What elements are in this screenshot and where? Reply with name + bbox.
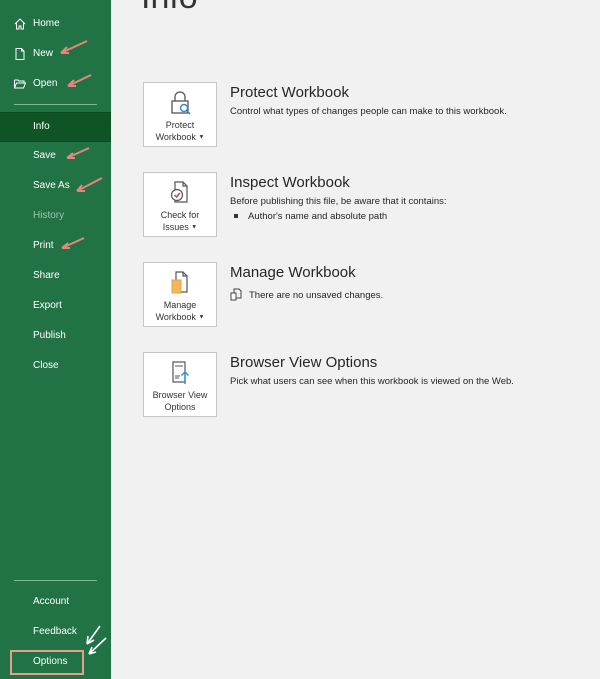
sidebar-item-label: Feedback: [33, 626, 77, 637]
button-label: Manage: [163, 300, 197, 310]
options-highlight-box: [10, 650, 84, 675]
section-title: Inspect Workbook: [230, 174, 350, 191]
sidebar-item-label: Export: [33, 300, 62, 311]
sidebar-divider: [14, 104, 97, 105]
sidebar-item-label: Account: [33, 596, 70, 607]
sidebar-item-label: Save As: [33, 180, 70, 191]
sidebar-item-label: Save: [33, 150, 56, 161]
check-for-issues-button[interactable]: Check for Issues ▼: [143, 172, 217, 237]
sidebar-item-print[interactable]: Print: [0, 232, 111, 260]
button-label: Workbook: [155, 312, 196, 322]
page-title: Info: [141, 0, 198, 17]
sidebar-item-label: History: [33, 210, 65, 221]
dropdown-caret-icon: ▼: [198, 314, 205, 321]
home-icon: [14, 18, 26, 30]
sidebar-item-label: Print: [33, 240, 54, 251]
button-label: Options: [164, 402, 196, 412]
sidebar-item-label: Open: [33, 78, 58, 89]
browser-view-icon: [172, 361, 189, 384]
sidebar-item-share[interactable]: Share: [0, 262, 111, 290]
dropdown-caret-icon: ▼: [191, 224, 198, 231]
manage-workbook-icon: [171, 271, 188, 294]
button-label: Browser View: [152, 390, 208, 400]
section-title: Protect Workbook: [230, 84, 349, 101]
sidebar-item-label: Close: [33, 360, 59, 371]
document-versions-icon: [230, 288, 242, 301]
button-label: Issues: [162, 222, 189, 232]
sidebar-item-label: Publish: [33, 330, 66, 341]
annotation-arrow-icon: [66, 147, 90, 159]
section-title: Browser View Options: [230, 354, 378, 371]
sidebar-item-publish[interactable]: Publish: [0, 322, 111, 350]
manage-workbook-button[interactable]: Manage Workbook ▼: [143, 262, 217, 327]
sidebar-item-save[interactable]: Save: [0, 142, 111, 170]
backstage-sidebar: Home New Open Info Save Save As History …: [0, 0, 111, 679]
button-label: Workbook: [155, 132, 196, 142]
browser-view-options-button[interactable]: Browser View Options: [143, 352, 217, 417]
bullet-icon: [234, 214, 238, 219]
section-description: There are no unsaved changes.: [249, 290, 384, 301]
new-document-icon: [15, 48, 25, 60]
button-label: Check for: [160, 210, 200, 220]
section-title: Manage Workbook: [230, 264, 356, 281]
lock-key-icon: [171, 91, 191, 115]
section-description: Control what types of changes people can…: [230, 106, 507, 117]
annotation-arrow-icon: [88, 637, 107, 655]
sidebar-item-close[interactable]: Close: [0, 352, 111, 380]
section-description: Pick what users can see when this workbo…: [230, 376, 514, 387]
button-label: Protect: [165, 120, 195, 130]
sidebar-item-home[interactable]: Home: [0, 10, 111, 38]
annotation-arrow-icon: [76, 177, 103, 192]
section-description: Before publishing this file, be aware th…: [230, 196, 447, 207]
bullet-text: Author's name and absolute path: [248, 211, 388, 222]
sidebar-item-info[interactable]: Info: [0, 112, 111, 142]
annotation-arrow-icon: [61, 237, 85, 249]
sidebar-item-open[interactable]: Open: [0, 70, 111, 98]
sidebar-item-history: History: [0, 202, 111, 230]
sidebar-divider: [14, 580, 97, 581]
info-main-panel: Info Protect Workbook ▼ Protect Workbook…: [111, 0, 600, 679]
bullet-item: Author's name and absolute path: [234, 211, 387, 222]
open-folder-icon: [14, 79, 27, 89]
sidebar-item-label: New: [33, 48, 54, 59]
annotation-arrow-icon: [67, 74, 92, 87]
inspect-document-icon: [170, 181, 188, 203]
sidebar-item-label: Home: [33, 18, 60, 29]
sidebar-item-export[interactable]: Export: [0, 292, 111, 320]
dropdown-caret-icon: ▼: [198, 134, 205, 141]
annotation-arrow-icon: [60, 40, 88, 54]
protect-workbook-button[interactable]: Protect Workbook ▼: [143, 82, 217, 147]
sidebar-item-label: Info: [33, 121, 50, 132]
sidebar-item-account[interactable]: Account: [0, 588, 111, 616]
sidebar-item-label: Share: [33, 270, 60, 281]
